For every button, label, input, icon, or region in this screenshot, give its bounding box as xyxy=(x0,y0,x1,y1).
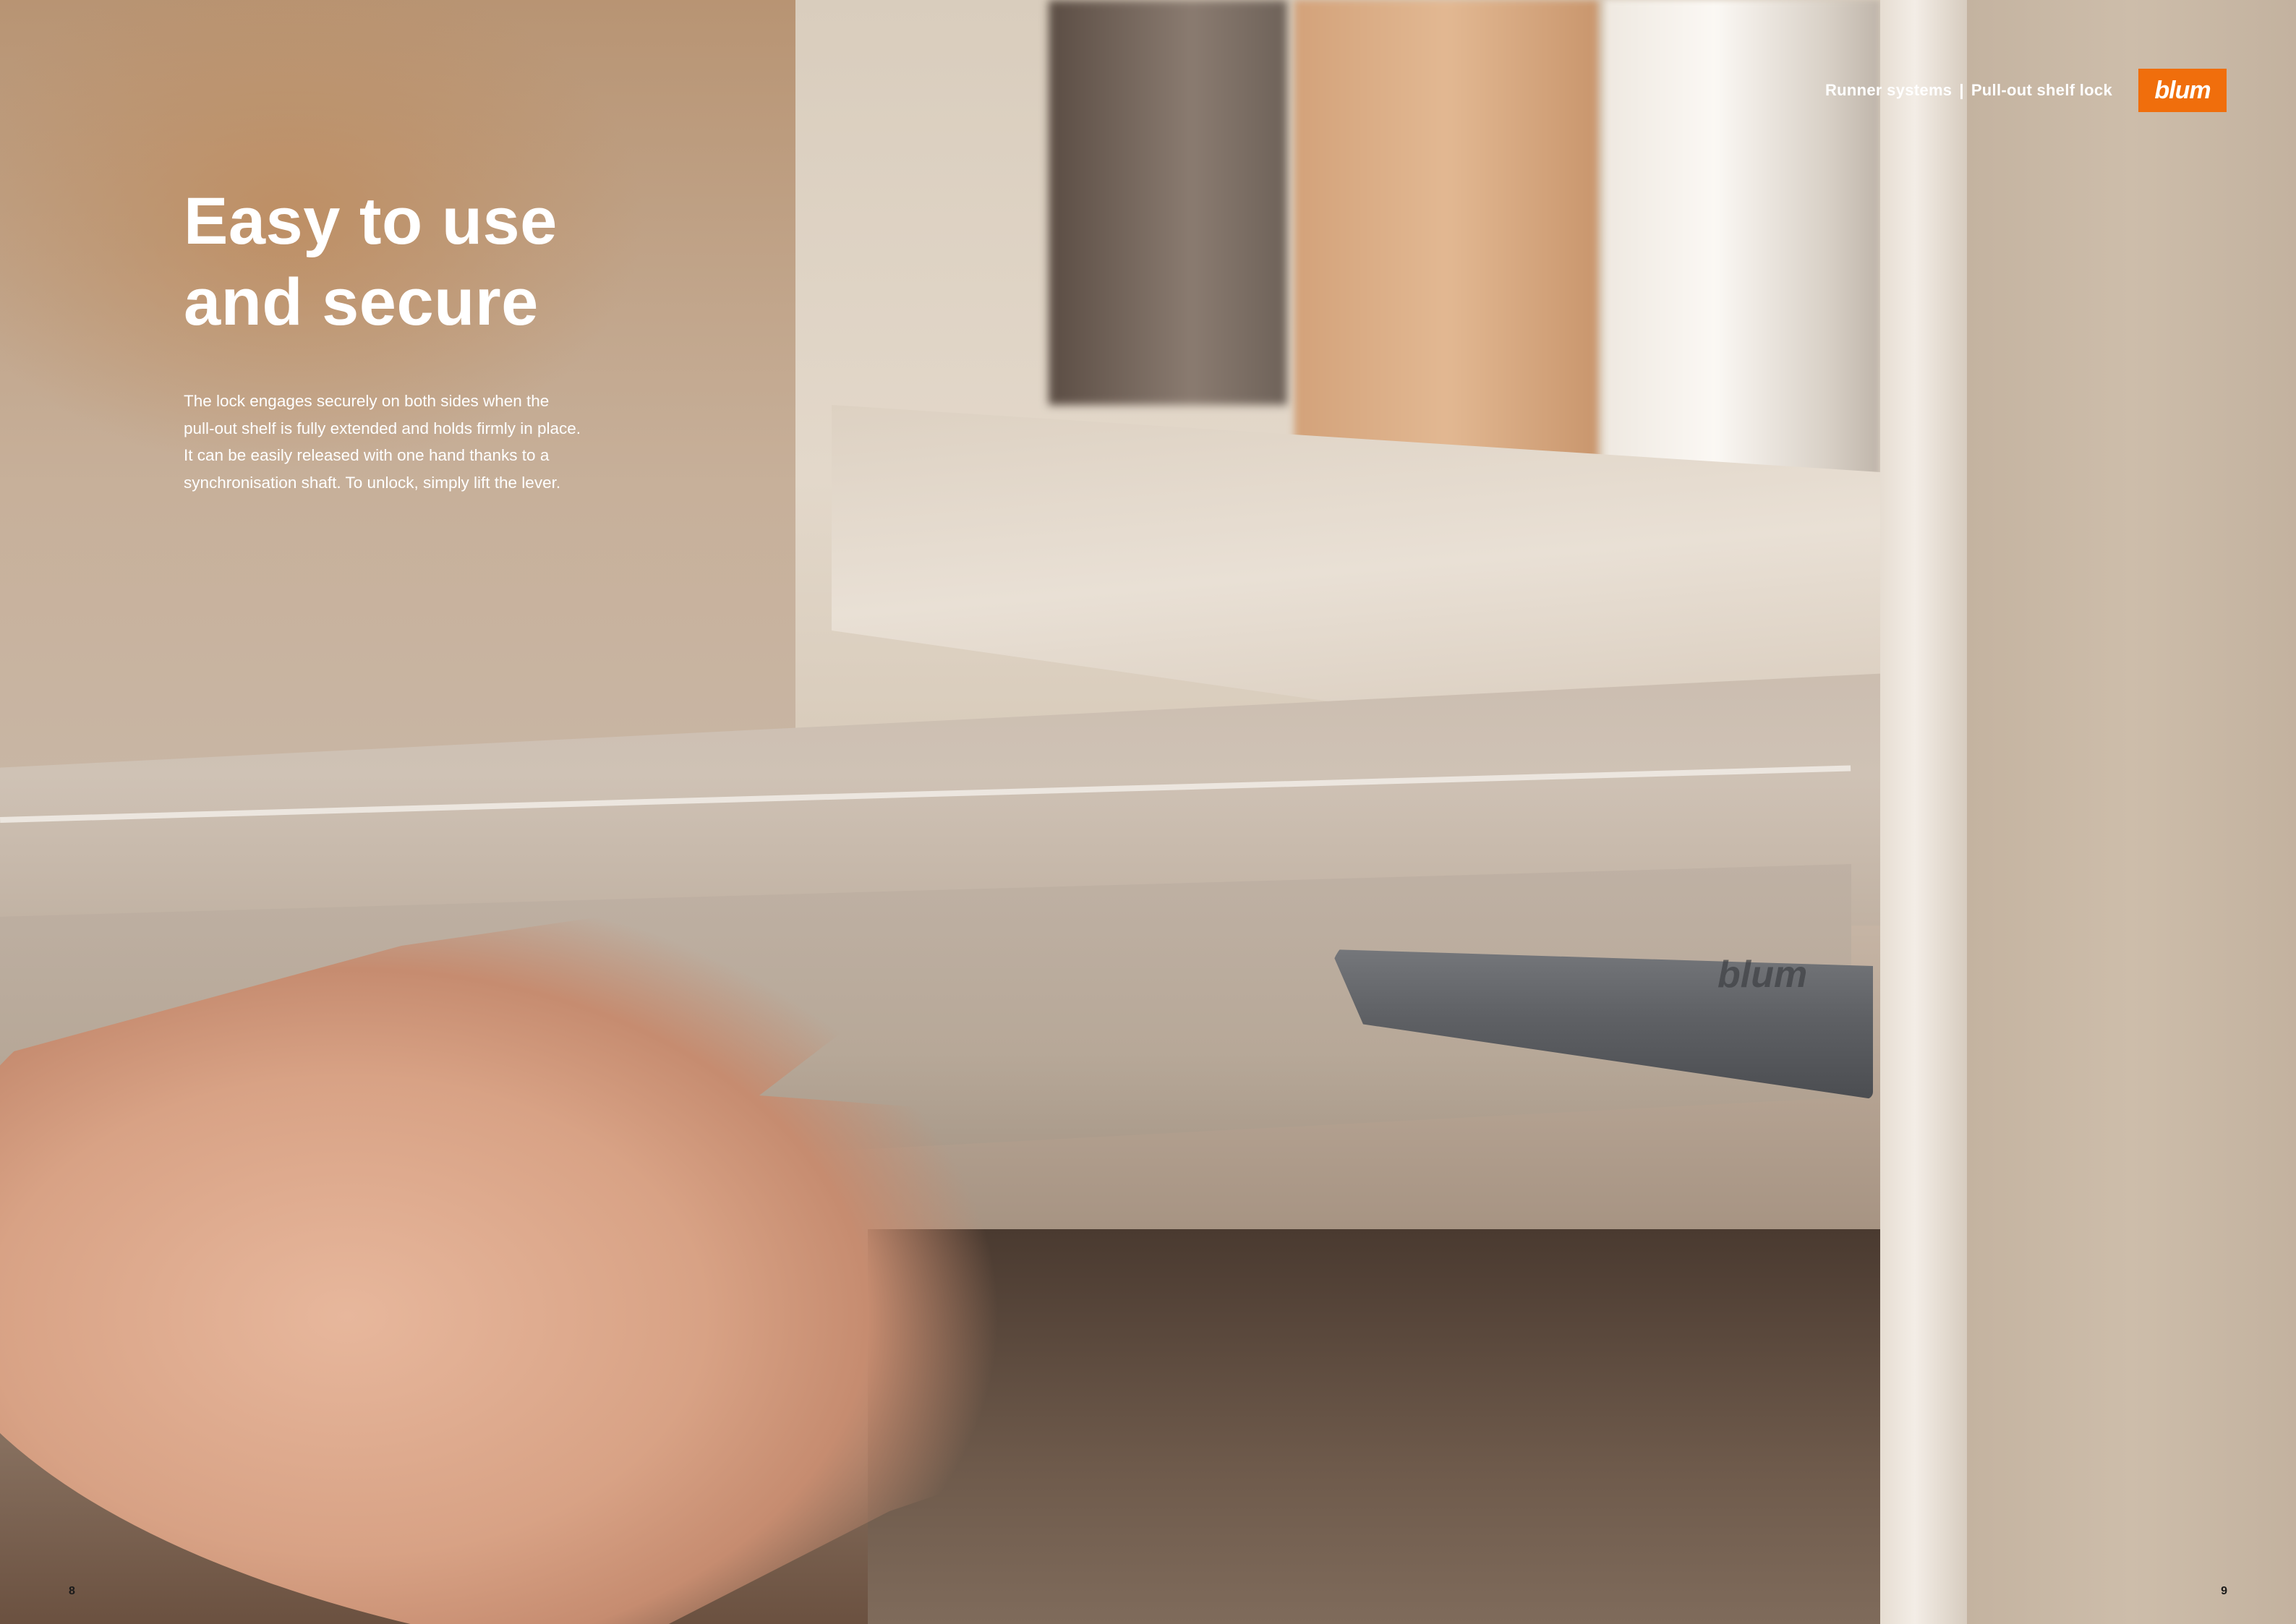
wall xyxy=(1967,0,2296,1624)
breadcrumb-section: Runner systems xyxy=(1825,81,1953,99)
page-number-left: 8 xyxy=(69,1585,75,1597)
breadcrumb-separator: | xyxy=(1959,81,1964,99)
breadcrumb: Runner systems | Pull-out shelf lock xyxy=(1825,81,2112,100)
body-line: synchronisation shaft. To unlock, simply… xyxy=(184,473,561,492)
cabinet-side-panel xyxy=(1880,0,1967,1624)
body-line: pull-out shelf is fully extended and hol… xyxy=(184,419,581,437)
page-number-right: 9 xyxy=(2221,1585,2227,1597)
lever-brand-mark: blum xyxy=(1717,954,1808,996)
body-text: The lock engages securely on both sides … xyxy=(184,388,646,496)
title-line: Easy to use xyxy=(184,184,558,258)
book xyxy=(1049,0,1287,405)
breadcrumb-topic: Pull-out shelf lock xyxy=(1971,81,2112,99)
blum-logo: blum xyxy=(2138,69,2227,112)
body-line: The lock engages securely on both sides … xyxy=(184,392,550,410)
title-line: and secure xyxy=(184,265,539,339)
book xyxy=(1605,0,1880,477)
body-line: It can be easily released with one hand … xyxy=(184,446,550,464)
page-title: Easy to use and secure xyxy=(184,181,558,343)
logo-text: blum xyxy=(2154,76,2211,104)
book xyxy=(1294,0,1598,492)
